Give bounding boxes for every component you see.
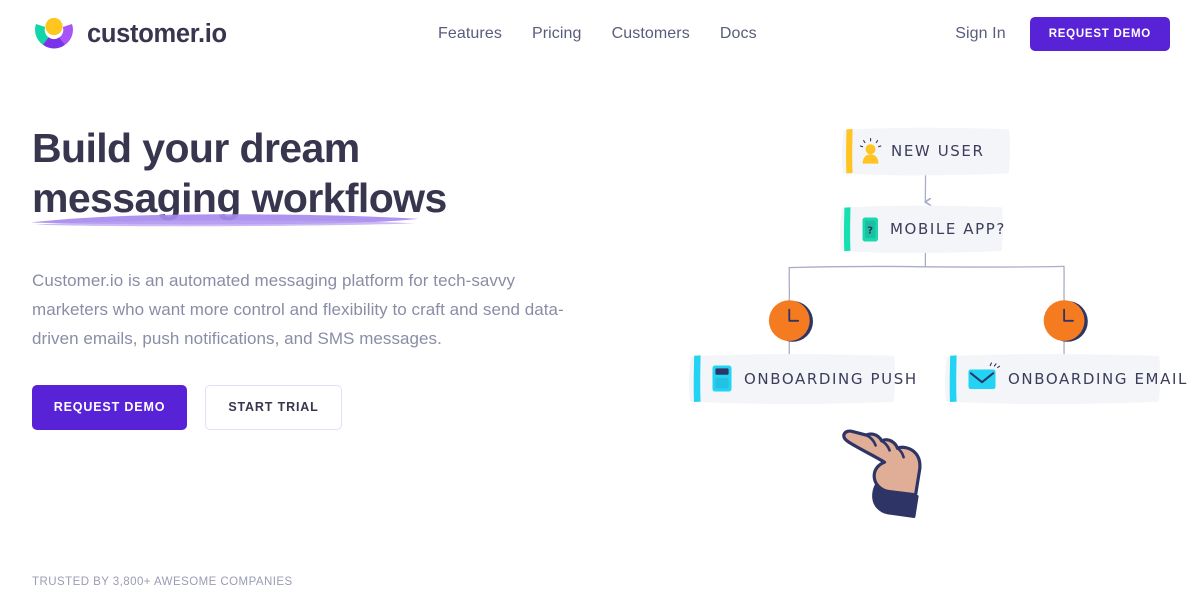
node-label-mobile-app: MOBILE APP? bbox=[890, 220, 1006, 238]
mobile-phone-question-icon: ? bbox=[862, 217, 878, 242]
hero-start-trial-button[interactable]: START TRIAL bbox=[205, 384, 342, 430]
brand-logo-link[interactable]: customer.io bbox=[32, 14, 227, 54]
node-accent-bar-new-user bbox=[846, 129, 853, 174]
sign-in-link[interactable]: Sign In bbox=[955, 25, 1006, 43]
hero-description: Customer.io is an automated messaging pl… bbox=[32, 271, 564, 349]
headline-line-2: messaging workflows bbox=[32, 175, 447, 221]
nav-item-features[interactable]: Features bbox=[438, 25, 502, 43]
brand-name: customer.io bbox=[87, 19, 227, 48]
workflow-diagram-illustration: NEW USER ? MOBILE APP? ONBOARDING PUSH O… bbox=[680, 110, 1190, 530]
trusted-by-label: TRUSTED BY 3,800+ AWESOME COMPANIES bbox=[32, 576, 293, 588]
node-accent-bar-onboarding-push bbox=[693, 355, 701, 402]
workflow-node-new-user[interactable]: NEW USER bbox=[842, 127, 1011, 176]
hero-request-demo-button[interactable]: REQUEST DEMO bbox=[32, 384, 187, 430]
header-request-demo-button[interactable]: REQUEST DEMO bbox=[1029, 17, 1170, 51]
nav-item-customers[interactable]: Customers bbox=[612, 25, 690, 43]
header-actions: Sign In REQUEST DEMO bbox=[955, 17, 1170, 51]
workflow-node-onboarding-push[interactable]: ONBOARDING PUSH bbox=[688, 354, 918, 404]
site-header: customer.io Features Pricing Customers D… bbox=[0, 0, 1200, 70]
landing-page: customer.io Features Pricing Customers D… bbox=[0, 0, 1200, 609]
push-notification-phone-icon bbox=[712, 365, 732, 392]
workflow-timer-left[interactable] bbox=[768, 300, 813, 342]
workflow-connectors bbox=[789, 174, 1064, 368]
node-label-onboarding-email: ONBOARDING EMAIL bbox=[1008, 370, 1188, 388]
nav-item-docs[interactable]: Docs bbox=[720, 25, 757, 43]
svg-text:?: ? bbox=[867, 226, 873, 237]
node-label-new-user: NEW USER bbox=[891, 142, 985, 160]
node-label-onboarding-push: ONBOARDING PUSH bbox=[744, 370, 918, 388]
customerio-logo-icon bbox=[35, 17, 73, 49]
headline-wrapper: Build your dream messaging workflows bbox=[31, 128, 632, 227]
workflow-timer-right[interactable] bbox=[1043, 300, 1088, 342]
page-title: Build your dream messaging workflows bbox=[32, 128, 632, 219]
hero-content: Build your dream messaging workflows Cus… bbox=[31, 128, 632, 430]
node-accent-bar-mobile-app bbox=[843, 207, 851, 252]
workflow-node-mobile-app[interactable]: ? MOBILE APP? bbox=[840, 205, 1006, 253]
headline-line-1: Build your dream bbox=[32, 125, 360, 171]
node-accent-bar-onboarding-email bbox=[949, 355, 957, 402]
main-navigation: Features Pricing Customers Docs bbox=[438, 25, 757, 43]
workflow-node-onboarding-email[interactable]: ONBOARDING EMAIL bbox=[944, 354, 1188, 404]
pointing-hand-cursor-icon bbox=[842, 429, 922, 518]
nav-item-pricing[interactable]: Pricing bbox=[532, 25, 582, 43]
hero-cta-row: REQUEST DEMO START TRIAL bbox=[32, 384, 632, 430]
